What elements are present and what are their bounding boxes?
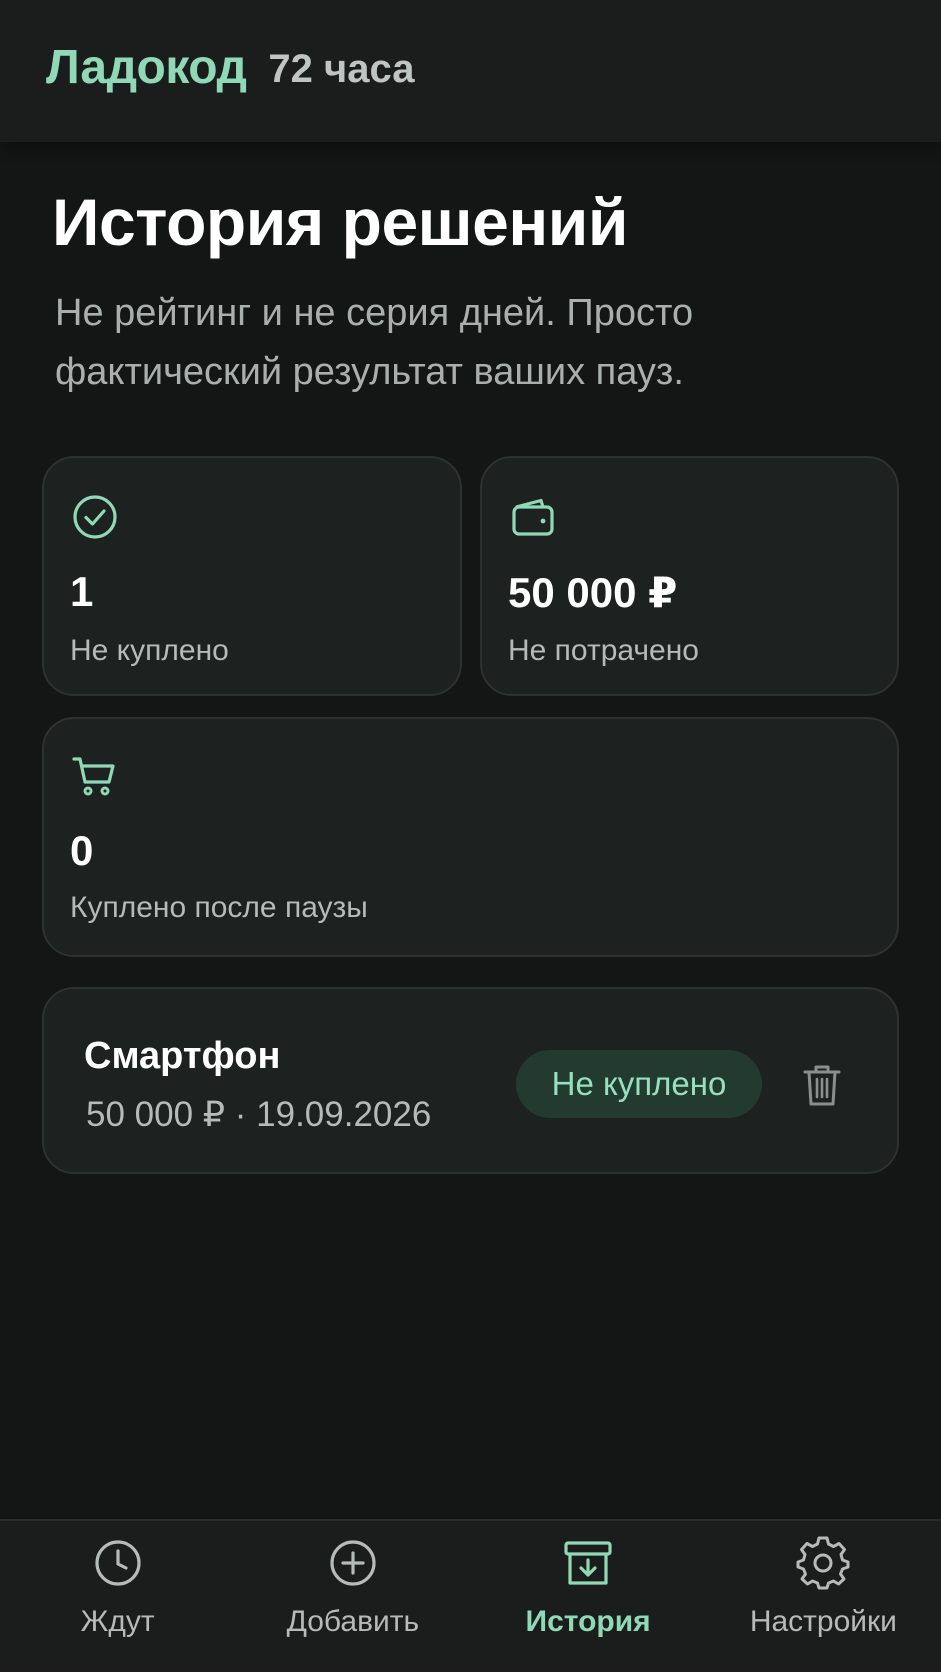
nav-label: История (525, 1605, 651, 1638)
item-meta: 50 000 ₽ · 19.09.2026 (86, 1095, 432, 1134)
item-name: Смартфон (84, 1035, 281, 1077)
cart-icon (72, 757, 115, 796)
check-circle-icon (73, 495, 117, 539)
stat-label: Куплено после паузы (70, 891, 368, 924)
nav-label: Добавить (286, 1605, 420, 1638)
clock-icon (95, 1540, 141, 1586)
nav-label: Настройки (749, 1605, 897, 1638)
app-header: Ладокод 72 часа (0, 0, 941, 142)
stat-value: 50 000 ₽ (508, 569, 678, 616)
delete-button[interactable] (800, 1061, 844, 1109)
page-subtitle: Не рейтинг и не серия дней. Просто факти… (55, 292, 694, 393)
wallet-icon (512, 498, 554, 536)
brand-logo[interactable]: Ладокод (46, 40, 247, 95)
nav-item-history[interactable]: История (471, 1521, 706, 1672)
stat-card-bought-after-pause: 0 Куплено после паузы (42, 717, 899, 957)
bottom-nav: Ждут Добавить История Настройки (0, 1519, 941, 1672)
gear-icon (796, 1536, 850, 1590)
archive-icon (564, 1541, 612, 1585)
nav-label: Ждут (80, 1605, 155, 1638)
nav-item-add[interactable]: Добавить (235, 1521, 470, 1672)
stat-value: 1 (70, 568, 94, 615)
page-title: История решений (52, 185, 628, 259)
stat-card-not-bought: 1 Не куплено (42, 456, 462, 696)
stat-label: Не куплено (70, 634, 229, 667)
trash-icon (803, 1065, 841, 1106)
stat-value: 0 (70, 827, 94, 874)
brand-subtitle: 72 часа (268, 46, 415, 91)
nav-item-settings[interactable]: Настройки (706, 1521, 941, 1672)
stat-label: Не потрачено (508, 634, 699, 667)
nav-item-waiting[interactable]: Ждут (0, 1521, 235, 1672)
plus-circle-icon (330, 1540, 376, 1586)
status-badge: Не куплено (516, 1050, 762, 1118)
history-item[interactable]: Смартфон 50 000 ₽ · 19.09.2026 Не куплен… (42, 987, 899, 1174)
stat-card-not-spent: 50 000 ₽ Не потрачено (480, 456, 899, 696)
